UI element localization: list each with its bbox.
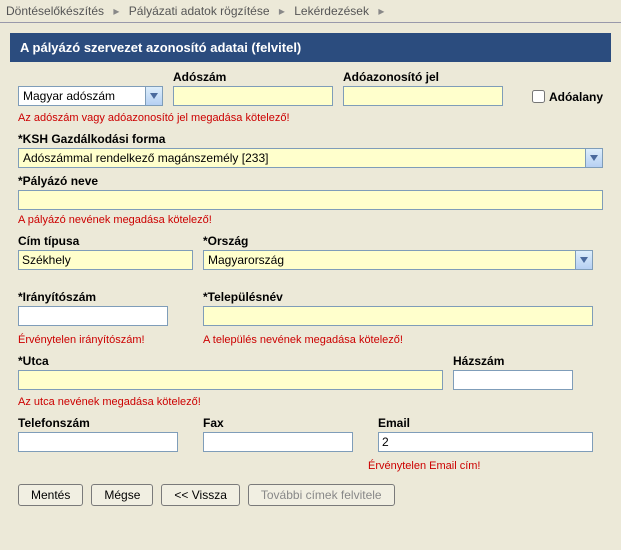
error-palyazo-neve: A pályázó nevének megadása kötelező! xyxy=(18,214,603,226)
cim-tipusa-label: Cím típusa xyxy=(18,234,193,248)
iranyitoszam-label: Irányítószám xyxy=(18,290,193,304)
chevron-down-icon xyxy=(575,251,592,269)
ksh-label: KSH Gazdálkodási forma xyxy=(18,132,603,146)
email-input[interactable] xyxy=(378,432,593,452)
utca-input[interactable] xyxy=(18,370,443,390)
error-adoszam: Az adószám vagy adóazonosító jel megadás… xyxy=(18,112,603,124)
telepulesnev-label: Településnév xyxy=(203,290,593,304)
chevron-down-icon xyxy=(145,87,162,105)
email-label: Email xyxy=(378,416,593,430)
error-telepulesnev: A település nevének megadása kötelező! xyxy=(203,334,603,346)
hazszam-input[interactable] xyxy=(453,370,573,390)
more-addresses-button: További címek felvitele xyxy=(248,484,395,506)
adoazonosito-input[interactable] xyxy=(343,86,503,106)
fax-label: Fax xyxy=(203,416,368,430)
hazszam-label: Házszám xyxy=(453,354,593,368)
telefonszam-label: Telefonszám xyxy=(18,416,193,430)
iranyitoszam-input[interactable] xyxy=(18,306,168,326)
breadcrumb-item[interactable]: Lekérdezések xyxy=(294,4,369,18)
palyazo-neve-label: Pályázó neve xyxy=(18,174,603,188)
breadcrumb: Döntéselőkészítés ▸ Pályázati adatok rög… xyxy=(0,0,621,23)
breadcrumb-item[interactable]: Döntéselőkészítés xyxy=(6,4,104,18)
adoalany-checkbox[interactable]: Adóalany xyxy=(528,87,603,106)
adoazonosito-label: Adóazonosító jel xyxy=(343,70,503,84)
ksh-select[interactable]: Adószámmal rendelkező magánszemély [233] xyxy=(18,148,603,168)
orszag-label: Ország xyxy=(203,234,593,248)
breadcrumb-item[interactable]: Pályázati adatok rögzítése xyxy=(129,4,270,18)
back-button[interactable]: << Vissza xyxy=(161,484,239,506)
chevron-right-icon: ▸ xyxy=(113,4,119,18)
save-button[interactable]: Mentés xyxy=(18,484,83,506)
chevron-right-icon: ▸ xyxy=(378,4,384,18)
error-utca: Az utca nevének megadása kötelező! xyxy=(18,396,603,408)
orszag-select[interactable]: Magyarország xyxy=(203,250,593,270)
telepulesnev-input[interactable] xyxy=(203,306,593,326)
telefonszam-input[interactable] xyxy=(18,432,178,452)
cim-tipusa-input xyxy=(18,250,193,270)
adoalany-checkbox-input[interactable] xyxy=(532,90,545,103)
palyazo-neve-input[interactable] xyxy=(18,190,603,210)
chevron-right-icon: ▸ xyxy=(279,4,285,18)
adoszam-label: Adószám xyxy=(173,70,333,84)
cancel-button[interactable]: Mégse xyxy=(91,484,153,506)
error-iranyitoszam: Érvénytelen irányítószám! xyxy=(18,334,203,346)
fax-input[interactable] xyxy=(203,432,353,452)
adoalany-label: Adóalany xyxy=(549,90,603,104)
adoszam-input[interactable] xyxy=(173,86,333,106)
chevron-down-icon xyxy=(585,149,602,167)
adoszam-tipus-select[interactable]: Magyar adószám xyxy=(18,86,163,106)
error-email: Érvénytelen Email cím! xyxy=(368,460,480,472)
utca-label: Utca xyxy=(18,354,443,368)
panel-title: A pályázó szervezet azonosító adatai (fe… xyxy=(10,33,611,62)
